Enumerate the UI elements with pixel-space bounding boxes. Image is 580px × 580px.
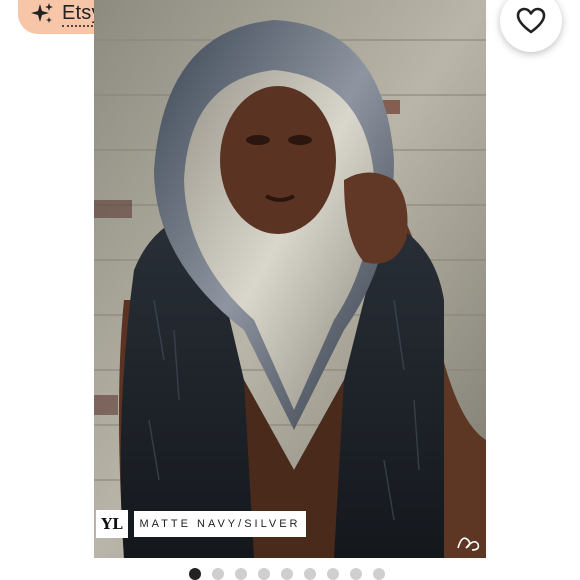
color-caption: MATTE NAVY/SILVER (134, 511, 306, 537)
carousel-dot-9[interactable] (373, 568, 385, 580)
carousel-dot-5[interactable] (281, 568, 293, 580)
carousel-dot-1[interactable] (189, 568, 201, 580)
sparkle-icon (31, 3, 53, 23)
carousel-dot-6[interactable] (304, 568, 316, 580)
carousel-indicator (0, 568, 580, 580)
carousel-dot-8[interactable] (350, 568, 362, 580)
favorite-button[interactable] (500, 0, 562, 52)
carousel-dot-3[interactable] (235, 568, 247, 580)
carousel-dot-2[interactable] (212, 568, 224, 580)
carousel-dot-4[interactable] (258, 568, 270, 580)
brand-logo: YL (96, 510, 128, 538)
model-image (94, 0, 486, 558)
watermark-icon (457, 537, 480, 551)
carousel-dot-7[interactable] (327, 568, 339, 580)
product-photo[interactable] (94, 0, 486, 558)
heart-icon (516, 7, 546, 34)
